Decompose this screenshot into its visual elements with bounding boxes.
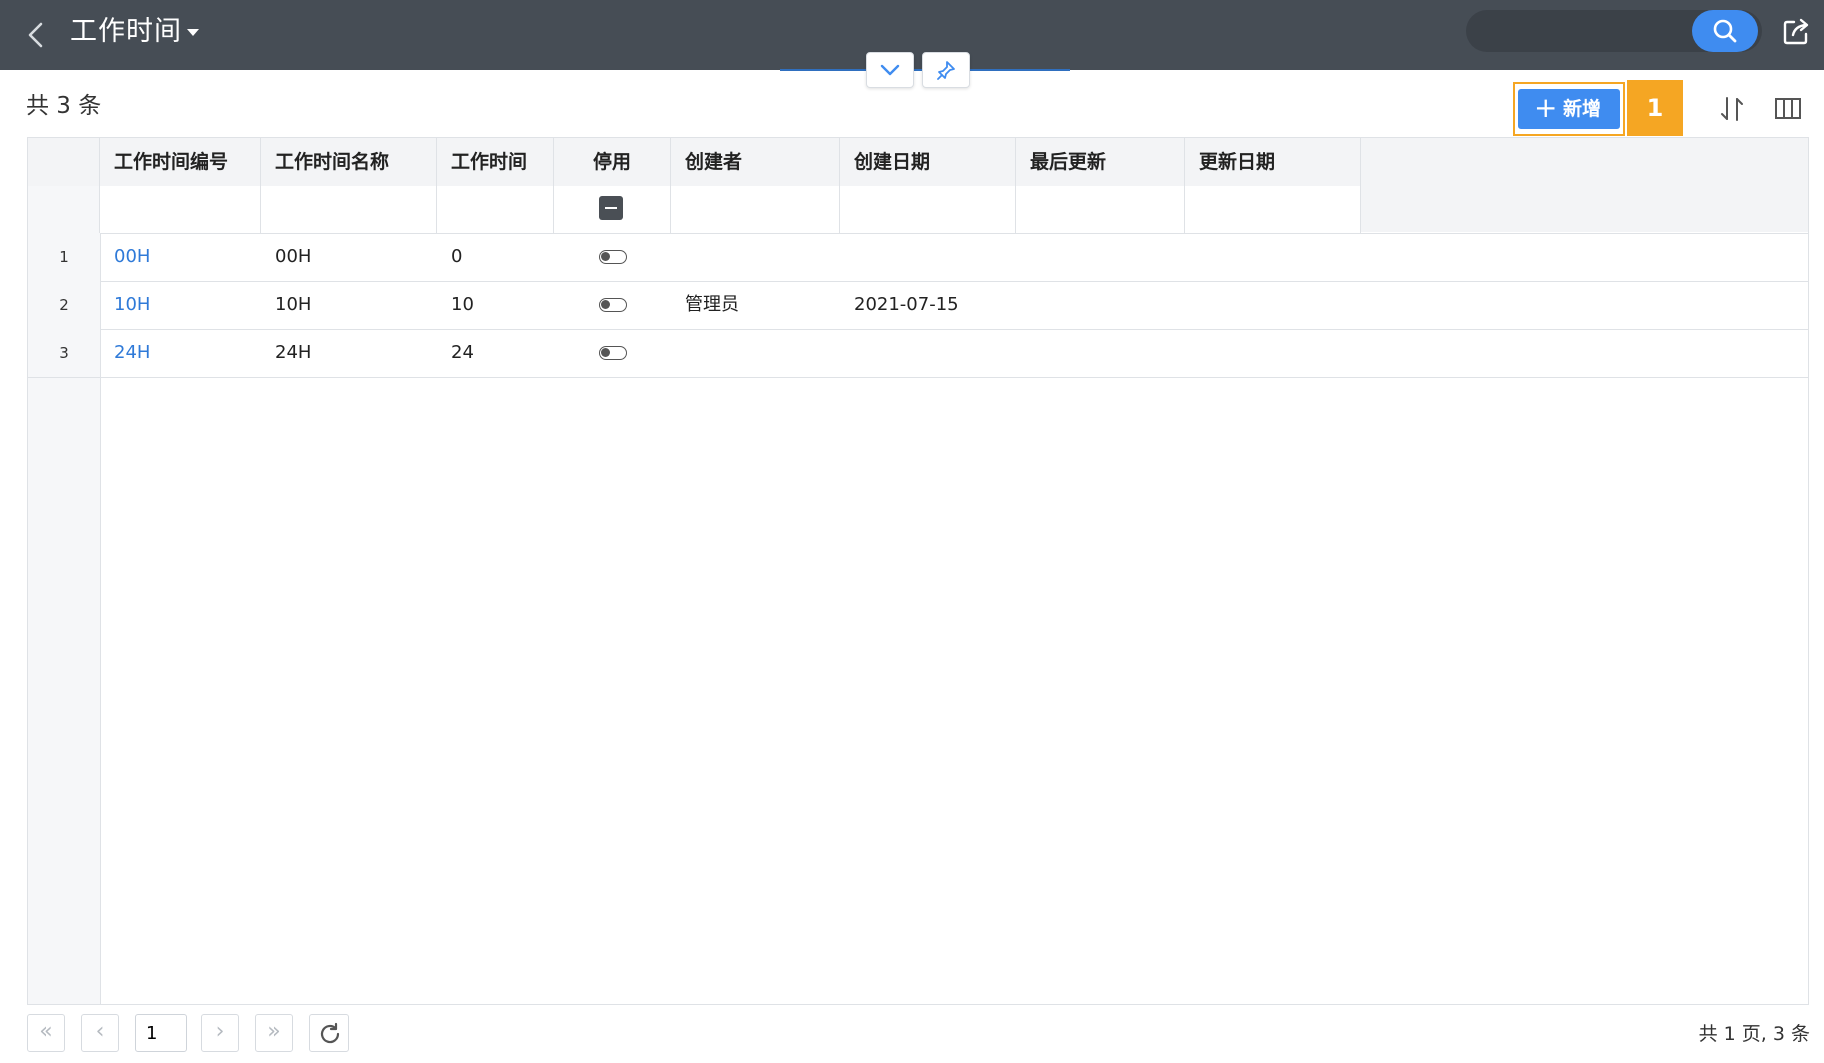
col-header-hours[interactable]: 工作时间 xyxy=(437,138,554,186)
table-row[interactable]: 2 10H 10H 10 管理员 2021-07-15 xyxy=(28,281,1808,330)
col-header-code[interactable]: 工作时间编号 xyxy=(100,138,261,186)
code-link[interactable]: 24H xyxy=(100,329,150,377)
creator-cell xyxy=(671,233,685,281)
add-button[interactable]: + 新增 xyxy=(1518,89,1620,129)
sort-button[interactable] xyxy=(1717,94,1747,124)
hours-cell: 24 xyxy=(451,342,474,363)
code-link[interactable]: 00H xyxy=(100,233,150,281)
created-cell xyxy=(840,233,854,281)
code-link[interactable]: 10H xyxy=(100,281,150,329)
refresh-button[interactable] xyxy=(309,1014,349,1052)
updated-cell xyxy=(1185,281,1199,329)
filter-name[interactable] xyxy=(261,186,437,233)
table-row[interactable]: 3 24H 24H 24 xyxy=(28,329,1808,378)
filter-code[interactable] xyxy=(100,186,261,233)
prev-page-button[interactable]: ‹ xyxy=(81,1014,119,1052)
updated-by-cell xyxy=(1016,281,1030,329)
sort-icon xyxy=(1721,97,1743,121)
search-button[interactable] xyxy=(1692,10,1758,52)
page-number-input[interactable] xyxy=(135,1014,187,1052)
search-icon xyxy=(1713,19,1737,43)
page-summary: 共 1 页, 3 条 xyxy=(1698,1023,1810,1045)
creator-cell: 管理员 xyxy=(685,294,739,315)
share-button[interactable] xyxy=(1782,16,1810,46)
pin-icon xyxy=(937,61,955,80)
column-settings-button[interactable] xyxy=(1774,96,1802,122)
first-page-button[interactable]: « xyxy=(27,1014,65,1052)
chevron-down-icon xyxy=(880,64,900,76)
caret-down-icon[interactable] xyxy=(187,29,199,36)
step-badge: 1 xyxy=(1627,80,1683,136)
next-page-button[interactable]: › xyxy=(201,1014,239,1052)
table-row[interactable]: 1 00H 00H 0 xyxy=(28,233,1808,282)
page-title: 工作时间 xyxy=(70,16,182,47)
row-number: 3 xyxy=(28,329,100,377)
filter-updated[interactable] xyxy=(1185,186,1361,233)
external-link-icon xyxy=(1783,18,1809,45)
hours-cell: 10 xyxy=(451,294,474,315)
col-header-name[interactable]: 工作时间名称 xyxy=(261,138,437,186)
plus-icon: + xyxy=(1534,91,1558,124)
name-cell: 00H xyxy=(275,246,312,267)
updated-by-cell xyxy=(1016,233,1030,281)
name-cell: 10H xyxy=(275,294,312,315)
filter-creator[interactable] xyxy=(671,186,840,233)
filter-row xyxy=(28,186,1808,234)
updated-cell xyxy=(1185,233,1199,281)
refresh-icon xyxy=(320,1022,340,1044)
updated-by-cell xyxy=(1016,329,1030,377)
add-button-label: 新增 xyxy=(1563,98,1602,120)
disabled-toggle[interactable] xyxy=(599,298,627,312)
columns-icon xyxy=(1775,98,1801,119)
filter-empty xyxy=(1361,186,1808,232)
col-header-created[interactable]: 创建日期 xyxy=(840,138,1016,186)
col-header-updated-by[interactable]: 最后更新 xyxy=(1016,138,1185,186)
col-header-creator[interactable]: 创建者 xyxy=(671,138,840,186)
record-count: 共 3 条 xyxy=(26,93,102,119)
col-header-disabled[interactable]: 停用 xyxy=(554,138,671,186)
name-cell: 24H xyxy=(275,342,312,363)
back-button[interactable] xyxy=(22,18,48,52)
hours-cell: 0 xyxy=(451,246,463,267)
row-number: 1 xyxy=(28,233,100,281)
search-input[interactable] xyxy=(1482,16,1686,48)
collapse-header-button[interactable] xyxy=(866,52,914,88)
pin-header-button[interactable] xyxy=(922,52,970,88)
last-page-button[interactable]: » xyxy=(255,1014,293,1052)
disabled-toggle[interactable] xyxy=(599,250,627,264)
row-number: 2 xyxy=(28,281,100,329)
filter-rownum xyxy=(28,186,100,233)
created-cell xyxy=(840,329,854,377)
created-cell: 2021-07-15 xyxy=(854,294,959,315)
rownum-header xyxy=(28,138,100,186)
col-header-updated[interactable]: 更新日期 xyxy=(1185,138,1361,186)
chevron-left-icon xyxy=(28,22,43,48)
disabled-toggle[interactable] xyxy=(599,346,627,360)
filter-hours[interactable] xyxy=(437,186,554,233)
updated-cell xyxy=(1185,329,1199,377)
data-grid: 工作时间编号 工作时间名称 工作时间 停用 创建者 创建日期 最后更新 更新日期… xyxy=(27,137,1809,1005)
filter-updated-by[interactable] xyxy=(1016,186,1185,233)
filter-created[interactable] xyxy=(840,186,1016,233)
creator-cell xyxy=(671,329,685,377)
filter-checkbox-indeterminate[interactable] xyxy=(599,196,623,220)
grid-header: 工作时间编号 工作时间名称 工作时间 停用 创建者 创建日期 最后更新 更新日期 xyxy=(28,138,1808,187)
